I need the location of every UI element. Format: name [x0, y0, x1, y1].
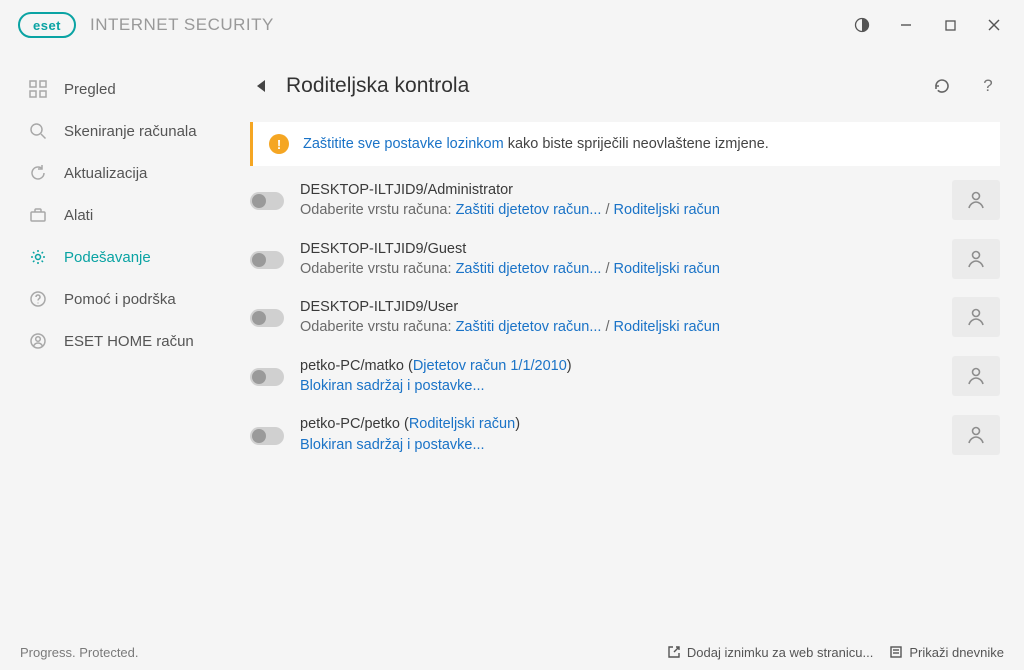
sidebar-item-tools[interactable]: Alati	[0, 194, 240, 236]
account-toggle[interactable]	[250, 427, 284, 445]
account-name: DESKTOP-ILTJID9/User	[300, 299, 458, 315]
sidebar-item-label: Alati	[64, 207, 93, 224]
dashboard-icon	[28, 79, 48, 99]
account-info: petko-PC/matko (Djetetov račun 1/1/2010)…	[300, 356, 936, 397]
child-account-link[interactable]: Zaštiti djetetov račun...	[456, 261, 602, 277]
account-info: petko-PC/petko (Roditeljski račun)Blokir…	[300, 414, 936, 455]
external-link-icon	[667, 645, 681, 659]
accounts-list: DESKTOP-ILTJID9/Administrator Odaberite v…	[250, 180, 1000, 455]
child-account-link[interactable]: Zaštiti djetetov račun...	[456, 202, 602, 218]
slash: /	[601, 202, 613, 218]
refresh-icon	[28, 163, 48, 183]
eset-badge: eset	[18, 12, 76, 38]
child-account-link[interactable]: Zaštiti djetetov račun...	[456, 319, 602, 335]
parent-account-link[interactable]: Roditeljski račun	[614, 319, 720, 335]
account-info: DESKTOP-ILTJID9/Administrator Odaberite v…	[300, 180, 936, 221]
contrast-icon[interactable]	[840, 5, 884, 45]
sidebar-item-label: Skeniranje računala	[64, 123, 197, 140]
account-avatar-button[interactable]	[952, 180, 1000, 220]
account-row: DESKTOP-ILTJID9/Administrator Odaberite v…	[250, 180, 1000, 221]
account-name: petko-PC/petko (	[300, 416, 409, 432]
gear-icon	[28, 247, 48, 267]
reload-icon[interactable]	[930, 74, 954, 98]
app-logo: eset INTERNET SECURITY	[18, 12, 274, 38]
blocked-content-link[interactable]: Blokiran sadržaj i postavke...	[300, 378, 485, 394]
account-name: petko-PC/matko (	[300, 358, 413, 374]
account-info: DESKTOP-ILTJID9/User Odaberite vrstu raču…	[300, 297, 936, 338]
account-avatar-button[interactable]	[952, 297, 1000, 337]
briefcase-icon	[28, 205, 48, 225]
account-icon	[28, 331, 48, 351]
account-row: DESKTOP-ILTJID9/Guest Odaberite vrstu rač…	[250, 239, 1000, 280]
account-row: petko-PC/matko (Djetetov račun 1/1/2010)…	[250, 356, 1000, 397]
main-header: Roditeljska kontrola ?	[250, 50, 1000, 108]
search-icon	[28, 121, 48, 141]
banner-link[interactable]: Zaštitite sve postavke lozinkom	[303, 136, 504, 152]
minimize-button[interactable]	[884, 5, 928, 45]
footer-add-exception-label: Dodaj iznimku za web stranicu...	[687, 645, 873, 660]
maximize-button[interactable]	[928, 5, 972, 45]
account-name: DESKTOP-ILTJID9/Administrator	[300, 182, 513, 198]
sidebar-item-label: Podešavanje	[64, 249, 151, 266]
blocked-content-link[interactable]: Blokiran sadržaj i postavke...	[300, 437, 485, 453]
account-toggle[interactable]	[250, 251, 284, 269]
footer: Progress. Protected. Dodaj iznimku za we…	[0, 634, 1024, 670]
app-name: INTERNET SECURITY	[90, 15, 274, 35]
footer-show-logs-label: Prikaži dnevnike	[909, 645, 1004, 660]
account-choose-label: Odaberite vrstu računa:	[300, 202, 456, 218]
account-avatar-button[interactable]	[952, 415, 1000, 455]
warning-badge-icon: !	[269, 134, 289, 154]
sidebar-item-setup[interactable]: Podešavanje	[0, 236, 240, 278]
account-choose-label: Odaberite vrstu računa:	[300, 261, 456, 277]
account-info: DESKTOP-ILTJID9/Guest Odaberite vrstu rač…	[300, 239, 936, 280]
page-title: Roditeljska kontrola	[286, 74, 908, 98]
sidebar: Pregled Skeniranje računala Aktualizacij…	[0, 50, 240, 634]
account-avatar-button[interactable]	[952, 239, 1000, 279]
sidebar-item-label: Pregled	[64, 81, 116, 98]
slash: /	[601, 261, 613, 277]
logs-icon	[889, 645, 903, 659]
account-toggle[interactable]	[250, 309, 284, 327]
titlebar: eset INTERNET SECURITY	[0, 0, 1024, 50]
sidebar-item-update[interactable]: Aktualizacija	[0, 152, 240, 194]
parent-account-link[interactable]: Roditeljski račun	[614, 202, 720, 218]
sidebar-item-label: ESET HOME račun	[64, 333, 194, 350]
footer-tagline: Progress. Protected.	[20, 645, 139, 660]
account-row: DESKTOP-ILTJID9/User Odaberite vrstu raču…	[250, 297, 1000, 338]
sidebar-item-home[interactable]: ESET HOME račun	[0, 320, 240, 362]
account-name: DESKTOP-ILTJID9/Guest	[300, 241, 466, 257]
account-toggle[interactable]	[250, 368, 284, 386]
sidebar-item-label: Aktualizacija	[64, 165, 147, 182]
account-role-link[interactable]: Djetetov račun 1/1/2010	[413, 358, 567, 374]
footer-show-logs[interactable]: Prikaži dnevnike	[889, 645, 1004, 660]
back-button[interactable]	[250, 75, 272, 97]
main-content: Roditeljska kontrola ? ! Zaštitite sve p…	[240, 50, 1024, 634]
banner-rest: kako biste spriječili neovlaštene izmjen…	[504, 136, 769, 152]
account-choose-label: Odaberite vrstu računa:	[300, 319, 456, 335]
account-toggle[interactable]	[250, 192, 284, 210]
banner-text: Zaštitite sve postavke lozinkom kako bis…	[303, 136, 769, 152]
account-row: petko-PC/petko (Roditeljski račun)Blokir…	[250, 414, 1000, 455]
parent-account-link[interactable]: Roditeljski račun	[614, 261, 720, 277]
account-avatar-button[interactable]	[952, 356, 1000, 396]
sidebar-item-overview[interactable]: Pregled	[0, 68, 240, 110]
footer-add-exception[interactable]: Dodaj iznimku za web stranicu...	[667, 645, 873, 660]
help-page-icon[interactable]: ?	[976, 74, 1000, 98]
close-button[interactable]	[972, 5, 1016, 45]
sidebar-item-help[interactable]: Pomoć i podrška	[0, 278, 240, 320]
slash: /	[601, 319, 613, 335]
account-role-link[interactable]: Roditeljski račun	[409, 416, 515, 432]
warning-banner: ! Zaštitite sve postavke lozinkom kako b…	[250, 122, 1000, 166]
help-icon	[28, 289, 48, 309]
sidebar-item-label: Pomoć i podrška	[64, 291, 176, 308]
sidebar-item-scan[interactable]: Skeniranje računala	[0, 110, 240, 152]
